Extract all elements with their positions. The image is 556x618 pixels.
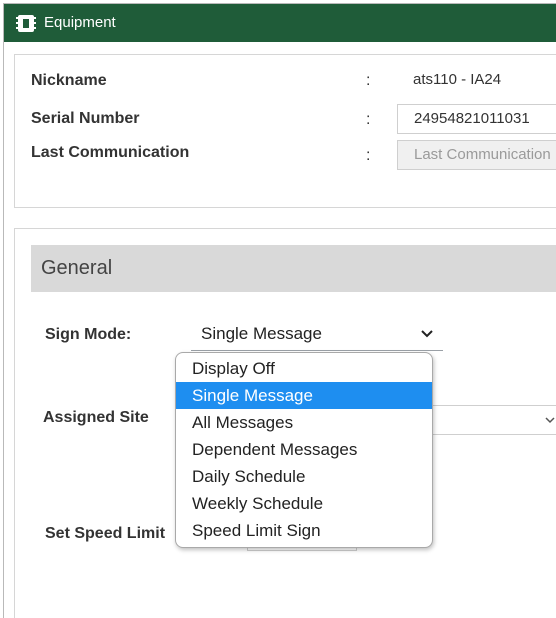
chevron-down-icon: [545, 417, 555, 424]
general-section-header: General: [31, 245, 556, 292]
sign-mode-value: Single Message: [201, 324, 322, 343]
title-bar: Equipment: [4, 4, 556, 42]
serial-number-row: Serial Number : 24954821011031: [31, 104, 556, 134]
nickname-label: Nickname: [31, 72, 107, 89]
serial-number-colon: :: [366, 111, 371, 128]
option-display-off[interactable]: Display Off: [176, 355, 432, 382]
option-dependent-messages[interactable]: Dependent Messages: [176, 436, 432, 463]
equipment-window: Equipment Nickname : ats110 - IA24 Seria…: [3, 3, 556, 618]
chevron-down-icon: [421, 330, 433, 338]
assigned-site-label: Assigned Site: [43, 409, 149, 426]
option-all-messages[interactable]: All Messages: [176, 409, 432, 436]
nickname-colon: :: [366, 72, 371, 89]
last-communication-colon: :: [366, 147, 371, 164]
serial-number-label: Serial Number: [31, 110, 140, 127]
option-daily-schedule[interactable]: Daily Schedule: [176, 463, 432, 490]
window-title: Equipment: [44, 14, 116, 31]
nickname-row: Nickname : ats110 - IA24: [31, 65, 556, 95]
nickname-value: ats110 - IA24: [413, 71, 502, 88]
equipment-icon: [16, 15, 36, 32]
last-communication-row: Last Communication : Last Communication: [31, 140, 556, 170]
option-speed-limit-sign[interactable]: Speed Limit Sign: [176, 517, 432, 544]
option-weekly-schedule[interactable]: Weekly Schedule: [176, 490, 432, 517]
serial-number-field[interactable]: 24954821011031: [397, 104, 556, 134]
sign-mode-dropdown-list: Display Off Single Message All Messages …: [175, 352, 433, 548]
last-communication-label: Last Communication: [31, 144, 190, 161]
sign-mode-select[interactable]: Single Message: [191, 319, 443, 351]
set-speed-limit-label: Set Speed Limit: [45, 525, 166, 542]
last-communication-field: Last Communication: [397, 140, 556, 170]
assigned-site-select[interactable]: [431, 405, 556, 435]
option-single-message[interactable]: Single Message: [176, 382, 432, 409]
equipment-info-panel: Nickname : ats110 - IA24 Serial Number :…: [14, 54, 556, 208]
sign-mode-label: Sign Mode:: [45, 326, 132, 343]
